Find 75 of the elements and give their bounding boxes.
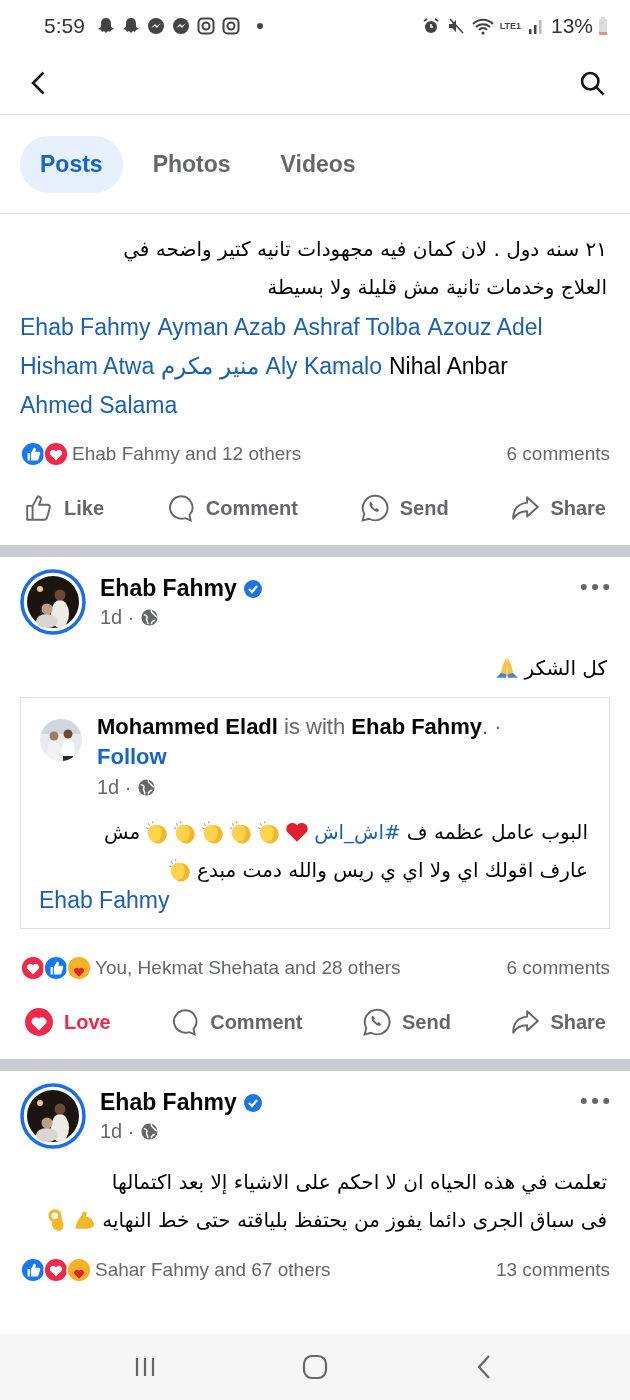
home-icon[interactable] [301,1353,329,1381]
search-icon[interactable] [578,69,606,97]
love-reaction-icon [20,955,46,981]
tab[interactable]: Posts [20,135,123,193]
globe-icon [137,778,157,797]
phone-bubble-icon [359,493,390,523]
share-icon [510,493,541,523]
mention-link[interactable]: منير مكرم [161,347,259,386]
hashtag-link[interactable]: #اش_اش [314,818,401,845]
post-text: البوب عامل عظمه ف [406,818,588,845]
battery-icon [598,16,608,36]
mention-link[interactable]: Ehab Fahmy [39,887,170,914]
camera-icon [220,16,241,36]
share-icon [510,1007,541,1037]
mention-link[interactable]: Aly Kamalo [265,347,382,386]
battery-percent: 13% [550,14,593,38]
post-text: فى سباق الجرى دائما يفوز من يحتفظ بلياقته حتى خط النهايه [102,1206,607,1233]
comment-count[interactable]: 6 comments [506,957,610,979]
care-reaction-icon [66,1257,92,1283]
more-icon[interactable] [580,1097,610,1105]
post-text: ٢١ سنه دول . لان كمان فيه مجهودات تانيه كتير واضحه في [123,235,607,262]
globe-icon [140,608,160,627]
mention-link[interactable]: Azouz Adel [427,308,543,347]
chat-bubble-icon [170,16,191,36]
network-label: LTE1 [499,21,521,31]
comment-count[interactable]: 13 comments [495,1259,610,1281]
post-text: كل الشكر [524,654,607,681]
mention-link[interactable]: Ahmed Salama [20,386,178,425]
action-button[interactable]: Send [355,487,453,529]
reaction-summary[interactable]: You, Hekmat Shehata and 28 others [95,957,401,979]
like-reaction-icon [43,955,69,981]
chat-bubble-icon [145,16,166,36]
more-icon[interactable] [580,583,610,591]
phone-bubble-icon [361,1007,392,1037]
reaction-summary[interactable]: Sahar Fahmy and 67 others [95,1259,331,1281]
love-reaction-icon [43,441,69,467]
action-button[interactable]: Comment [161,487,302,529]
post-time: 1d · [100,1120,135,1143]
comment-count[interactable]: 6 comments [506,443,610,465]
action-button[interactable]: Love [20,1001,115,1043]
action-button[interactable]: Like [20,487,109,529]
author-name[interactable]: Ehab Fahmy [100,1089,237,1116]
mention-link[interactable]: Ayman Azab [157,308,287,347]
mention-link[interactable]: Hisham Atwa [20,347,155,386]
action-button[interactable]: Share [506,1001,610,1043]
post-text: عارف اقولك اي ولا اي ي ريس والله دمت مبدع [197,856,588,883]
like-reaction-icon [20,1257,46,1283]
mention-link[interactable]: Ashraf Tolba [293,308,421,347]
mention-link[interactable]: Ehab Fahmy [20,308,151,347]
tab[interactable]: Videos [260,135,376,193]
comment-icon [170,1007,201,1037]
globe-icon [140,1122,160,1141]
dot-icon [255,22,264,30]
love-reaction-icon [43,1257,69,1283]
action-button[interactable]: Share [506,487,610,529]
care-reaction-icon [66,955,92,981]
wifi-icon [470,16,495,36]
post-text: مش [103,818,141,845]
mention-text: Nihal Anbar [388,352,508,381]
shared-post-header: Mohammed Eladl is with Ehab Fahmy. · [97,713,503,741]
action-button[interactable]: Send [357,1001,455,1043]
clapping-hands-icon [167,856,193,883]
thumbs-up-icon [24,493,54,523]
reaction-summary[interactable]: Ehab Fahmy and 12 others [72,443,302,465]
action-button[interactable]: Comment [166,1001,307,1043]
post-time: 1d · [97,776,132,799]
post-text: تعلمت في هذه الحياه ان لا احكم على الاشياء إلا بعد اكتمالها [111,1168,607,1195]
author-name[interactable]: Ehab Fahmy [100,575,237,602]
like-reaction-icon [20,441,46,467]
status-time: 5:59 [44,14,85,38]
tab[interactable]: Photos [132,135,251,193]
post-time: 1d · [100,606,135,629]
post-text: العلاج وخدمات تانية مش قليلة ولا بسيطة [267,273,607,300]
camera-icon [195,16,216,36]
follow-link[interactable]: Follow [97,742,167,772]
